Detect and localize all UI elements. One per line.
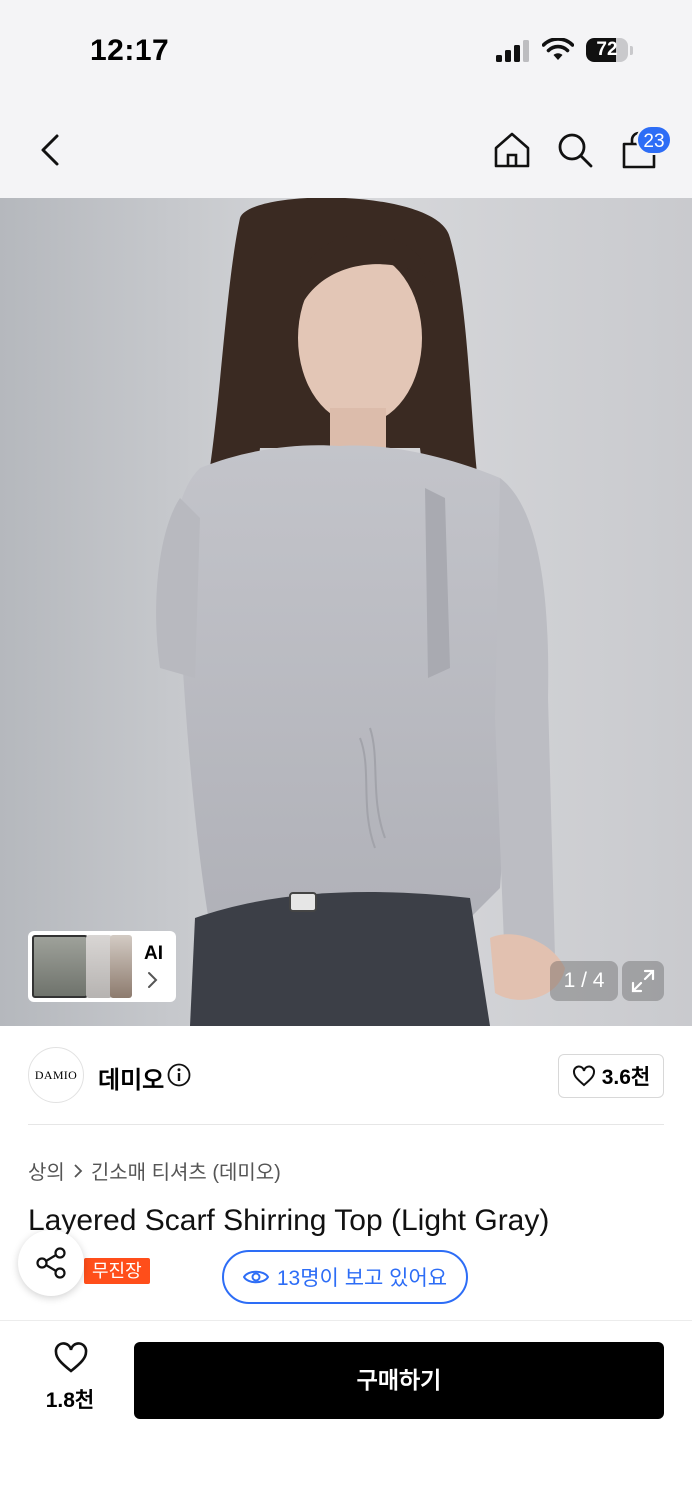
product-photo — [0, 198, 692, 1026]
ai-similar-items-button[interactable]: AI — [28, 931, 176, 1002]
brand-like-count: 3.6천 — [601, 1066, 651, 1089]
divider — [28, 1124, 664, 1125]
buy-button[interactable]: 구매하기 — [134, 1342, 664, 1419]
brand-logo[interactable]: DAMIO — [28, 1047, 84, 1103]
breadcrumb: 상의 긴소매 티셔츠 (데미오) — [28, 1156, 281, 1185]
expand-icon — [631, 969, 655, 993]
info-icon[interactable] — [167, 1063, 191, 1087]
back-button[interactable] — [28, 128, 72, 172]
thumbnail-3 — [110, 935, 132, 998]
brand-logo-text: DAMIO — [34, 1067, 78, 1082]
product-title: Layered Scarf Shirring Top (Light Gray) — [28, 1204, 550, 1237]
status-time: 12:17 — [90, 34, 170, 67]
search-button[interactable] — [553, 128, 597, 172]
top-nav — [0, 100, 692, 198]
brand-like-button[interactable]: 3.6천 — [558, 1054, 664, 1098]
expand-image-button[interactable] — [622, 961, 664, 1001]
cart-count-badge: 23 — [636, 125, 672, 155]
wifi-icon — [542, 38, 574, 60]
breadcrumb-category[interactable]: 상의 — [28, 1156, 65, 1185]
thumbnail-1 — [32, 935, 88, 998]
promo-tag: 무진장 — [84, 1258, 150, 1284]
share-button[interactable] — [18, 1230, 84, 1296]
brand-name[interactable]: 데미오 — [98, 1060, 164, 1095]
battery-level: 72 — [596, 39, 618, 60]
product-image[interactable] — [0, 198, 692, 1026]
cellular-signal-icon — [496, 40, 529, 62]
share-icon — [36, 1247, 66, 1279]
heart-icon — [54, 1342, 88, 1373]
chevron-right-icon — [148, 972, 158, 988]
home-button[interactable] — [490, 128, 534, 172]
eye-icon — [242, 1270, 269, 1284]
chevron-left-icon — [41, 134, 59, 166]
live-viewers-badge[interactable]: 13명이 보고 있어요 — [222, 1250, 468, 1304]
chevron-right-icon — [74, 1163, 83, 1178]
live-viewers-text: 13명이 보고 있어요 — [276, 1267, 448, 1290]
wishlist-count: 1.8천 — [45, 1389, 95, 1412]
status-bar: 12:17 72 — [0, 0, 692, 100]
home-icon — [494, 132, 530, 168]
ai-label: AI — [144, 943, 163, 964]
breadcrumb-subcategory[interactable]: 긴소매 티셔츠 (데미오) — [91, 1156, 281, 1185]
battery-icon: 72 — [586, 38, 633, 64]
thumbnail-2 — [86, 935, 112, 998]
search-icon — [558, 133, 593, 168]
image-counter: 1 / 4 — [550, 961, 618, 1001]
heart-icon — [572, 1065, 595, 1087]
